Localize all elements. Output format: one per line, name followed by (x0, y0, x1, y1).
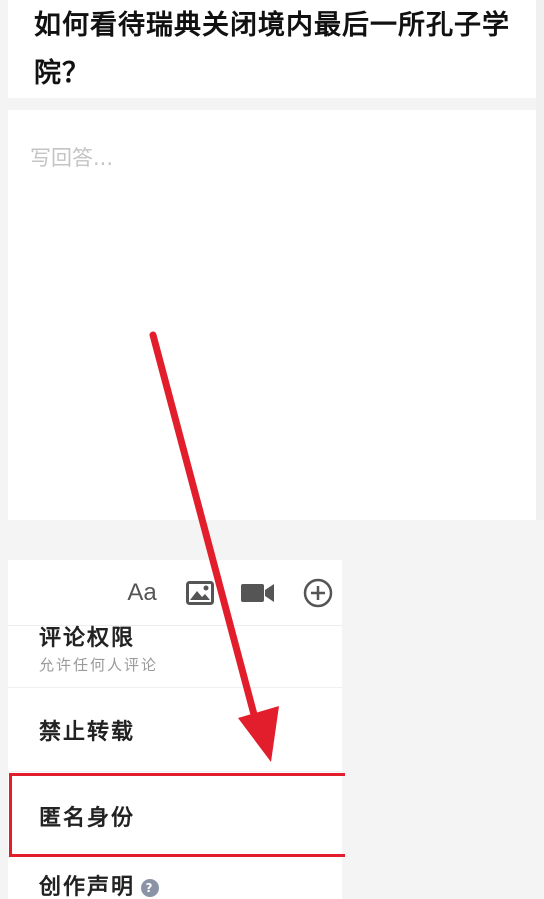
highlight-box (9, 773, 345, 857)
comment-permission-sub: 允许任何人评论 (39, 656, 159, 674)
question-card: 如何看待瑞典关闭境内最后一所孔子学院？ (8, 0, 536, 98)
side-strip (536, 0, 544, 520)
text-format-icon[interactable]: Aa (124, 576, 160, 610)
image-icon[interactable] (182, 576, 218, 610)
help-icon[interactable]: ? (141, 879, 160, 897)
creation-statement-label: 创作声明 (39, 875, 136, 899)
add-icon[interactable] (300, 576, 336, 610)
no-repost-label: 禁止转载 (39, 720, 136, 745)
comment-permission-label: 评论权限 (39, 626, 136, 651)
question-title: 如何看待瑞典关闭境内最后一所孔子学院？ (34, 10, 510, 89)
answer-editor[interactable]: 写回答... (8, 110, 536, 520)
text-format-label: Aa (127, 579, 157, 606)
option-no-repost[interactable]: 禁止转载 (8, 688, 342, 772)
editor-toolbar: Aa (8, 560, 342, 626)
video-icon[interactable] (240, 576, 276, 610)
option-creation-statement[interactable]: 创作声明? (8, 857, 342, 899)
option-comment-permission[interactable]: 评论权限 允许任何人评论 (8, 626, 342, 688)
editor-placeholder: 写回答... (30, 146, 114, 170)
